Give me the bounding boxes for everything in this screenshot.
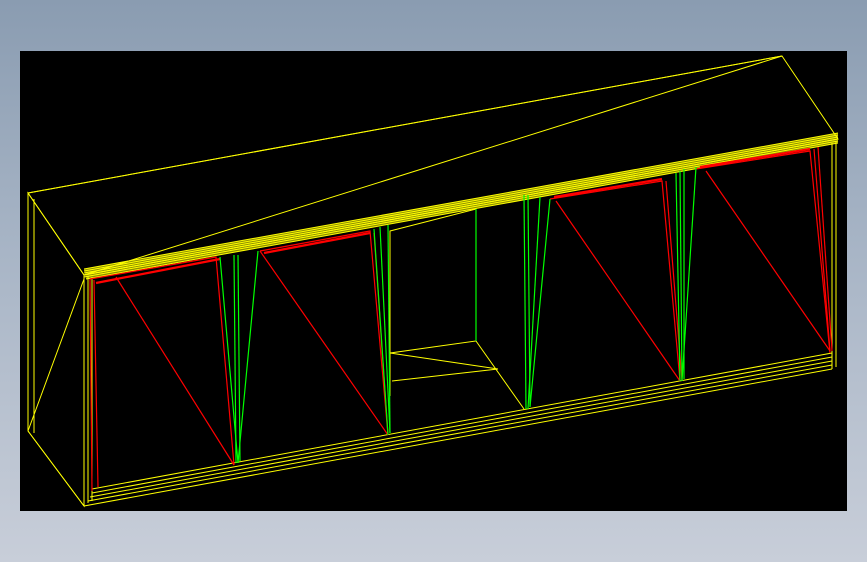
center-bay-edge-1 [389, 352, 499, 370]
cabinet-doors [89, 146, 833, 492]
cabinet-frame [27, 55, 839, 508]
divider-4 [675, 166, 697, 382]
door-1 [89, 256, 235, 492]
top-edge-fill [84, 133, 838, 279]
divider-3 [475, 194, 551, 410]
center-bay-back [389, 208, 477, 354]
bottom-edge [27, 430, 85, 507]
bottom-rail-1 [83, 368, 833, 507]
divider-1 [219, 250, 259, 464]
door-4 [695, 146, 833, 354]
wireframe-model [27, 55, 839, 508]
door-3 [549, 177, 683, 382]
center-bay-edge-2 [475, 340, 525, 410]
bottom-rail-3 [89, 360, 833, 498]
bottom-rail-2 [87, 364, 833, 502]
divider-2 [373, 224, 391, 436]
left-side-panel [27, 191, 85, 508]
door-2 [259, 230, 389, 436]
bottom-rail-4 [91, 356, 833, 494]
3d-viewport[interactable] [20, 51, 847, 511]
cad-window [0, 0, 867, 562]
left-side-diagonal [27, 278, 85, 432]
center-bay-edge-3 [391, 368, 499, 382]
